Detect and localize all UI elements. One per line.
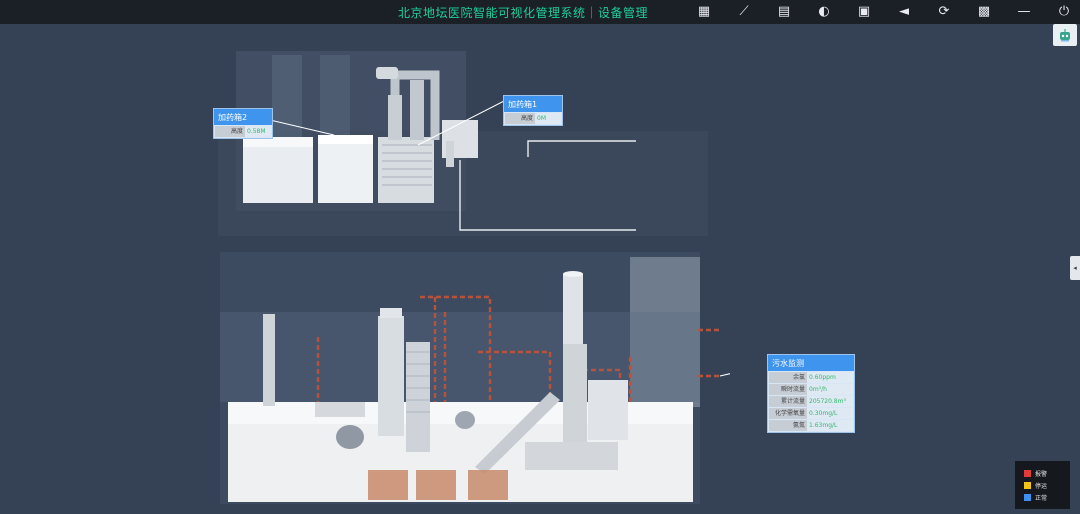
ruler-icon[interactable]: ⟋ bbox=[735, 3, 753, 21]
callout-row: 累计流量 205720.8m³ bbox=[769, 396, 853, 407]
callout-value: 0M bbox=[535, 113, 561, 124]
toggle-icon[interactable]: ◐ bbox=[815, 3, 833, 21]
callout-key: 高度 bbox=[215, 126, 245, 137]
legend-item-normal: 正常 bbox=[1024, 491, 1070, 503]
callout-key: 瞬时流量 bbox=[769, 384, 807, 395]
callout-key: 高度 bbox=[505, 113, 535, 124]
callout-value: 0.58M bbox=[245, 126, 271, 137]
status-legend: 报警 停运 正常 bbox=[1015, 461, 1070, 509]
minimize-icon[interactable]: — bbox=[1015, 3, 1033, 21]
refresh-icon[interactable]: ⟳ bbox=[935, 3, 953, 21]
callout-dosing-box-2[interactable]: 加药箱2 高度 0.58M bbox=[213, 108, 273, 139]
sewage-plant-scene bbox=[220, 252, 730, 504]
screenshot-icon[interactable]: ▣ bbox=[855, 3, 873, 21]
legend-label: 停运 bbox=[1035, 482, 1048, 490]
callout-title: 污水监测 bbox=[768, 355, 854, 371]
assistant-button[interactable] bbox=[1053, 24, 1077, 46]
callout-value: 0.30mg/L bbox=[807, 408, 853, 419]
power-icon[interactable]: ⏻ bbox=[1055, 3, 1073, 21]
report-icon[interactable]: ▦ bbox=[695, 3, 713, 21]
callout-value: 1.63mg/L bbox=[807, 420, 853, 431]
callout-key: 累计流量 bbox=[769, 396, 807, 407]
legend-label: 报警 bbox=[1035, 470, 1048, 478]
callout-row: 化学需氧量 0.30mg/L bbox=[769, 408, 853, 419]
app-title: 北京地坛医院智能可视化管理系统｜设备管理 bbox=[398, 6, 649, 20]
callout-title: 加药箱2 bbox=[214, 109, 272, 125]
callout-row: 瞬时流量 0m³/h bbox=[769, 384, 853, 395]
callout-title: 加药箱1 bbox=[504, 96, 562, 112]
top-bar: 北京地坛医院智能可视化管理系统｜设备管理 ▦ ⟋ ▤ ◐ ▣ ◄ ⟳ ▩ — ⏻ bbox=[0, 0, 1080, 24]
legend-swatch bbox=[1024, 493, 1031, 501]
callout-row: 高度 0M bbox=[505, 113, 561, 124]
callout-key: 氨氮 bbox=[769, 420, 807, 431]
callout-row: 高度 0.58M bbox=[215, 126, 271, 137]
callout-row: 氨氮 1.63mg/L bbox=[769, 420, 853, 431]
navigate-icon[interactable]: ◄ bbox=[895, 3, 913, 21]
callout-dosing-box-1[interactable]: 加药箱1 高度 0M bbox=[503, 95, 563, 126]
callout-sewage-monitor[interactable]: 污水监测 余氯 0.60ppm 瞬时流量 0m³/h 累计流量 205720.8… bbox=[767, 354, 855, 433]
callout-key: 余氯 bbox=[769, 372, 807, 383]
callout-value: 0.60ppm bbox=[807, 372, 853, 383]
legend-item-alarm: 报警 bbox=[1024, 467, 1070, 479]
dosing-equipment-scene bbox=[218, 51, 708, 236]
export-icon[interactable]: ▤ bbox=[775, 3, 793, 21]
robot-icon bbox=[1060, 29, 1070, 42]
grid-menu-icon[interactable]: ▩ bbox=[975, 3, 993, 21]
callout-value: 205720.8m³ bbox=[807, 396, 853, 407]
legend-label: 正常 bbox=[1035, 494, 1048, 502]
legend-swatch bbox=[1024, 481, 1031, 489]
legend-item-stopped: 停运 bbox=[1024, 479, 1070, 491]
legend-swatch bbox=[1024, 469, 1031, 477]
panel-expand-tab[interactable]: ◂ bbox=[1070, 256, 1080, 280]
callout-key: 化学需氧量 bbox=[769, 408, 807, 419]
callout-row: 余氯 0.60ppm bbox=[769, 372, 853, 383]
callout-value: 0m³/h bbox=[807, 384, 853, 395]
